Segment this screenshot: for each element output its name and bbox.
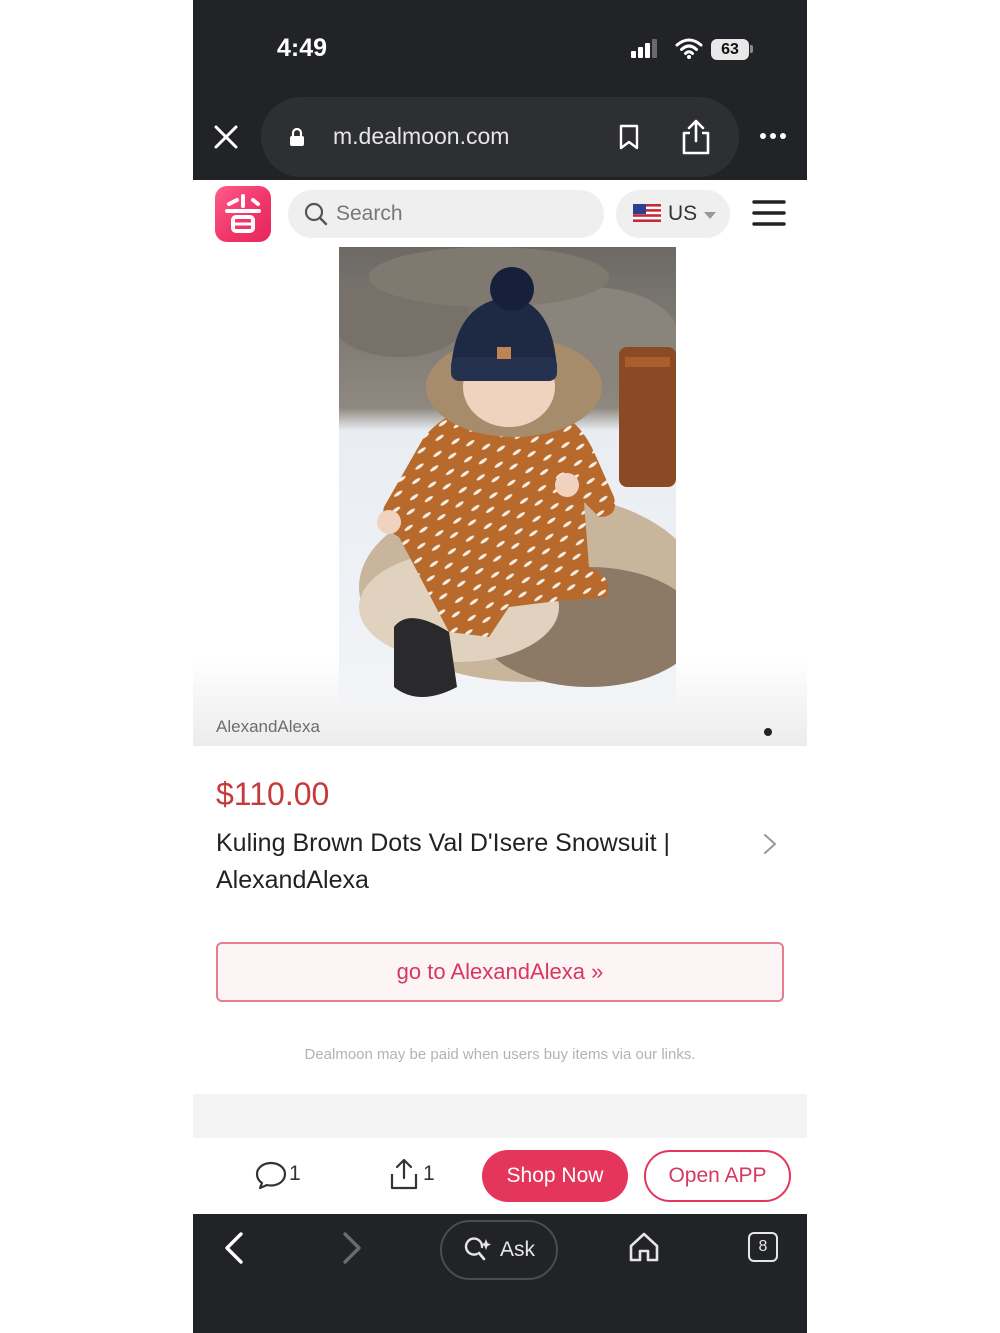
share-count: 1 (423, 1162, 435, 1185)
bookmark-icon[interactable] (618, 124, 640, 150)
lock-icon (290, 127, 304, 146)
affiliate-disclaimer: Dealmoon may be paid when users buy item… (304, 1046, 696, 1063)
chevron-right-icon[interactable] (763, 833, 777, 855)
url-bar[interactable]: m.dealmoon.com (261, 97, 739, 177)
region-selector[interactable]: US (616, 190, 730, 238)
phone-screen: 4:49 63 m.dealmoon.com Search US Alexand… (193, 0, 807, 1333)
product-price: $110.00 (216, 776, 330, 812)
close-icon[interactable] (213, 124, 239, 150)
comment-icon (255, 1161, 287, 1190)
go-to-store-button[interactable]: go to AlexandAlexa » (216, 942, 784, 1002)
tabs-count-icon[interactable]: 8 (748, 1232, 778, 1262)
ai-search-icon (464, 1237, 491, 1261)
comment-button[interactable]: 1 (255, 1160, 301, 1195)
logo-mark-icon (225, 194, 261, 233)
region-label: US (668, 202, 698, 225)
comment-count: 1 (289, 1162, 301, 1185)
share-icon[interactable] (681, 119, 711, 155)
image-source-label: AlexandAlexa (216, 717, 320, 736)
browser-bottom-bar: Ask 8 (193, 1214, 807, 1333)
action-bar: 1 1 Shop Now Open APP (193, 1138, 807, 1214)
battery-tip (750, 45, 753, 53)
forward-arrow-icon[interactable] (341, 1231, 363, 1265)
ask-label: Ask (500, 1238, 536, 1261)
cellular-signal-icon (631, 39, 657, 58)
hamburger-menu-icon[interactable] (752, 199, 786, 227)
browser-top-bar: 4:49 63 m.dealmoon.com (193, 0, 807, 180)
back-arrow-icon[interactable] (223, 1231, 245, 1265)
more-options-icon[interactable] (759, 132, 787, 140)
share-icon (390, 1158, 418, 1190)
dealmoon-logo[interactable] (215, 186, 271, 242)
section-divider (193, 1094, 807, 1138)
status-time: 4:49 (277, 34, 328, 62)
product-image-carousel[interactable]: AlexandAlexa (193, 246, 807, 746)
product-photo (339, 247, 676, 706)
search-icon (304, 202, 328, 226)
product-title[interactable]: Kuling Brown Dots Val D'Isere Snowsuit |… (216, 825, 746, 899)
shop-now-button[interactable]: Shop Now (482, 1150, 628, 1202)
share-button[interactable]: 1 (389, 1158, 435, 1195)
carousel-indicator-dot[interactable] (764, 728, 772, 736)
ask-button[interactable]: Ask (440, 1220, 558, 1280)
site-header: Search US (193, 180, 807, 246)
search-placeholder: Search (336, 202, 403, 225)
url-text: m.dealmoon.com (333, 123, 510, 149)
open-app-button[interactable]: Open APP (644, 1150, 791, 1202)
wifi-icon (675, 38, 703, 59)
caret-down-icon (704, 212, 716, 219)
home-icon[interactable] (628, 1231, 660, 1263)
us-flag-icon (633, 204, 661, 222)
battery-indicator: 63 (711, 39, 749, 60)
search-input[interactable]: Search (288, 190, 604, 238)
